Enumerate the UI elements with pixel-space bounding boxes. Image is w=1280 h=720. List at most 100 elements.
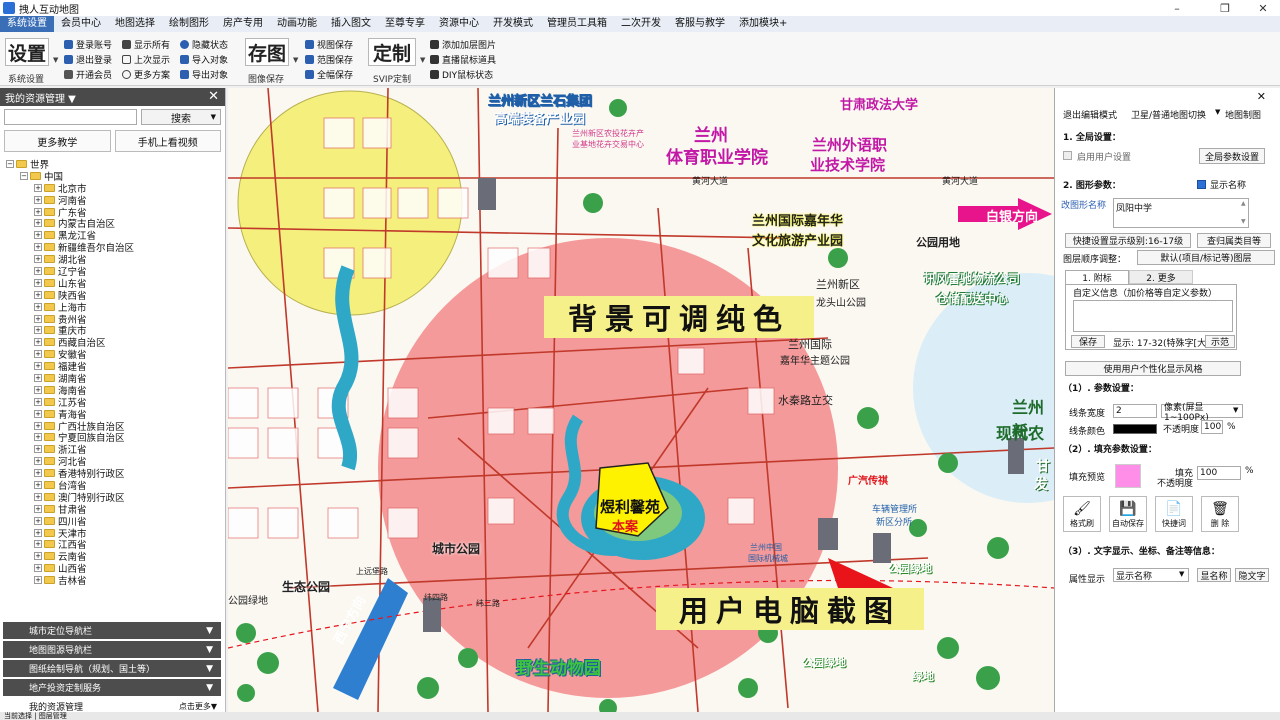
expand-icon[interactable]: + [34,350,42,359]
expand-icon[interactable]: + [34,397,42,406]
tree-node-province[interactable]: + 北京市 [6,182,224,195]
diy-mouse-button[interactable]: DIY鼠标状态 [430,67,493,81]
tree-node-province[interactable]: + 宁夏回族自治区 [6,431,224,444]
tree-node-province[interactable]: + 贵州省 [6,313,224,326]
settings-dropdown-icon[interactable]: ▼ [53,56,58,64]
tree-node-province[interactable]: + 海南省 [6,384,224,397]
demo-button[interactable]: 示范 [1205,335,1235,348]
show-all-button[interactable]: 显示所有 [122,37,170,51]
save-image-big-button[interactable]: 存图 [245,38,289,66]
tree-node-province[interactable]: + 湖北省 [6,253,224,266]
maximize-button[interactable]: ❐ [1208,0,1242,16]
map-source-nav-bar[interactable]: 地图图源导航栏 ▼ [3,641,221,658]
view-save-button[interactable]: 视图保存 [305,37,353,51]
save-dropdown-icon[interactable]: ▼ [293,56,298,64]
expand-icon[interactable]: + [34,540,42,549]
line-unit-select[interactable]: 像素(屏显1~100Px) [1161,403,1243,423]
map-label-gan[interactable]: 甘 [1036,456,1050,476]
full-save-button[interactable]: 全幅保存 [305,67,353,81]
map-label-intl2[interactable]: 嘉年华主题公园 [780,352,850,367]
search-input[interactable] [4,109,137,125]
map-label-greenland3[interactable]: 绿地 [912,668,934,684]
tree-node-province[interactable]: + 上海市 [6,301,224,314]
map-label-greenland[interactable]: 公园绿地 [228,592,268,607]
map-label-modern2[interactable]: 现代农 [996,420,1044,444]
expand-icon[interactable]: + [34,516,42,525]
open-membership-button[interactable]: 开通会员 [64,67,112,81]
tree-node-province[interactable]: + 山东省 [6,277,224,290]
map-label-new-area[interactable]: 兰州新区 [816,276,860,292]
expand-icon[interactable]: + [34,504,42,513]
menu-insert[interactable]: 插入图文 [324,16,378,32]
expand-icon[interactable]: + [34,480,42,489]
chevron-down-icon[interactable]: ▼ [1215,108,1220,116]
resource-panel-title[interactable]: 我的资源管理 ▼ [5,90,76,105]
global-params-button[interactable]: 全局参数设置 [1199,148,1265,164]
menu-system-settings[interactable]: 系统设置 [0,16,54,32]
custom-dropdown-icon[interactable]: ▼ [420,56,425,64]
expand-icon[interactable]: + [34,433,42,442]
tree-node-world[interactable]: − 世界 [6,158,224,171]
project-name[interactable]: 煜利馨苑 [600,496,660,517]
map-label-shuiqin[interactable]: 水秦路立交 [778,392,833,408]
add-layer-image-button[interactable]: 添加加层图片 [430,37,496,51]
tree-node-province[interactable]: + 内蒙古自治区 [6,217,224,230]
expand-icon[interactable]: + [34,207,42,216]
tree-node-province[interactable]: + 西藏自治区 [6,336,224,349]
expand-icon[interactable]: + [34,219,42,228]
map-label-greenland2[interactable]: 公园绿地 [888,560,932,576]
map-label-baiyin[interactable]: 白银方向 [986,206,1038,225]
minimize-button[interactable]: – [1160,0,1194,16]
close-icon[interactable]: ✕ [208,89,219,104]
map-label-politics[interactable]: 甘肃政法大学 [840,94,918,113]
map-label-green-park[interactable]: 公园用地 [916,234,960,250]
fill-opacity-input[interactable]: 100 [1197,466,1241,480]
attr-show-select[interactable]: 显示名称 [1113,568,1189,582]
tree-node-province[interactable]: + 云南省 [6,550,224,563]
menu-dev-mode[interactable]: 开发模式 [486,16,540,32]
map-label-intl[interactable]: 兰州国际 [788,336,832,352]
expand-icon[interactable]: + [34,255,42,264]
hide-text-button[interactable]: 隐文字 [1235,568,1269,582]
city-nav-bar[interactable]: 城市定位导航栏 ▼ [3,622,221,639]
map-label-eco-park[interactable]: 生态公园 [282,578,330,595]
scroll-up-icon[interactable]: ▲ [1241,200,1246,207]
custom-info-input[interactable] [1073,300,1233,332]
map-label-logistics[interactable]: 讯风雷驰物流公司 [924,270,1020,287]
more-tutorials-button[interactable]: 更多教学 [4,130,111,152]
map-label-logistics2[interactable]: 仓储配送中心 [936,290,1008,307]
fill-color-swatch[interactable] [1115,464,1141,488]
custom-big-button[interactable]: 定制 [368,38,416,66]
menu-member-center[interactable]: 会员中心 [54,16,108,32]
expand-icon[interactable]: + [34,278,42,287]
map-canvas[interactable]: 兰州新区兰石集团 高端装备产业园 兰州新区农投花卉产 业基地花卉交易中心 兰州 … [228,88,1054,712]
expand-icon[interactable]: + [34,326,42,335]
more-link[interactable]: 点击更多▼ [179,701,217,712]
map-label-lanshi-park[interactable]: 高端装备产业园 [494,108,585,127]
menu-support[interactable]: 客服与教学 [668,16,732,32]
tree-node-province[interactable]: + 香港特别行政区 [6,467,224,480]
line-opacity-input[interactable]: 100 [1201,420,1223,434]
map-label-carnival[interactable]: 兰州国际嘉年华 [752,210,843,229]
chevron-down-icon[interactable]: ▼ [1179,570,1184,578]
map-label-lanshi[interactable]: 兰州新区兰石集团 [488,90,593,110]
map-label-fa[interactable]: 发 [1034,474,1048,494]
rename-link[interactable]: 改图形名称 [1061,198,1106,211]
tree-node-province[interactable]: + 新疆维吾尔自治区 [6,241,224,254]
more-schemes-button[interactable]: 更多方案 [122,67,170,81]
menu-animation[interactable]: 动画功能 [270,16,324,32]
tab-attach[interactable]: 1. 附标 [1065,270,1129,284]
menu-premium[interactable]: 至尊专享 [378,16,432,32]
menu-admin-tools[interactable]: 管理员工具箱 [540,16,614,32]
expand-icon[interactable]: + [34,373,42,382]
investment-nav-bar[interactable]: 地产投资定制服务 ▼ [3,679,221,696]
project-subtitle[interactable]: 本案 [612,516,638,535]
expand-icon[interactable]: + [34,314,42,323]
expand-icon[interactable]: + [34,445,42,454]
map-draw-button[interactable]: 地图制图 [1225,108,1261,121]
line-width-input[interactable]: 2 [1113,404,1157,418]
tree-node-province[interactable]: + 湖南省 [6,372,224,385]
expand-icon[interactable]: + [34,457,42,466]
menu-draw-shapes[interactable]: 绘制图形 [162,16,216,32]
map-label-city-park[interactable]: 城市公园 [432,540,480,557]
